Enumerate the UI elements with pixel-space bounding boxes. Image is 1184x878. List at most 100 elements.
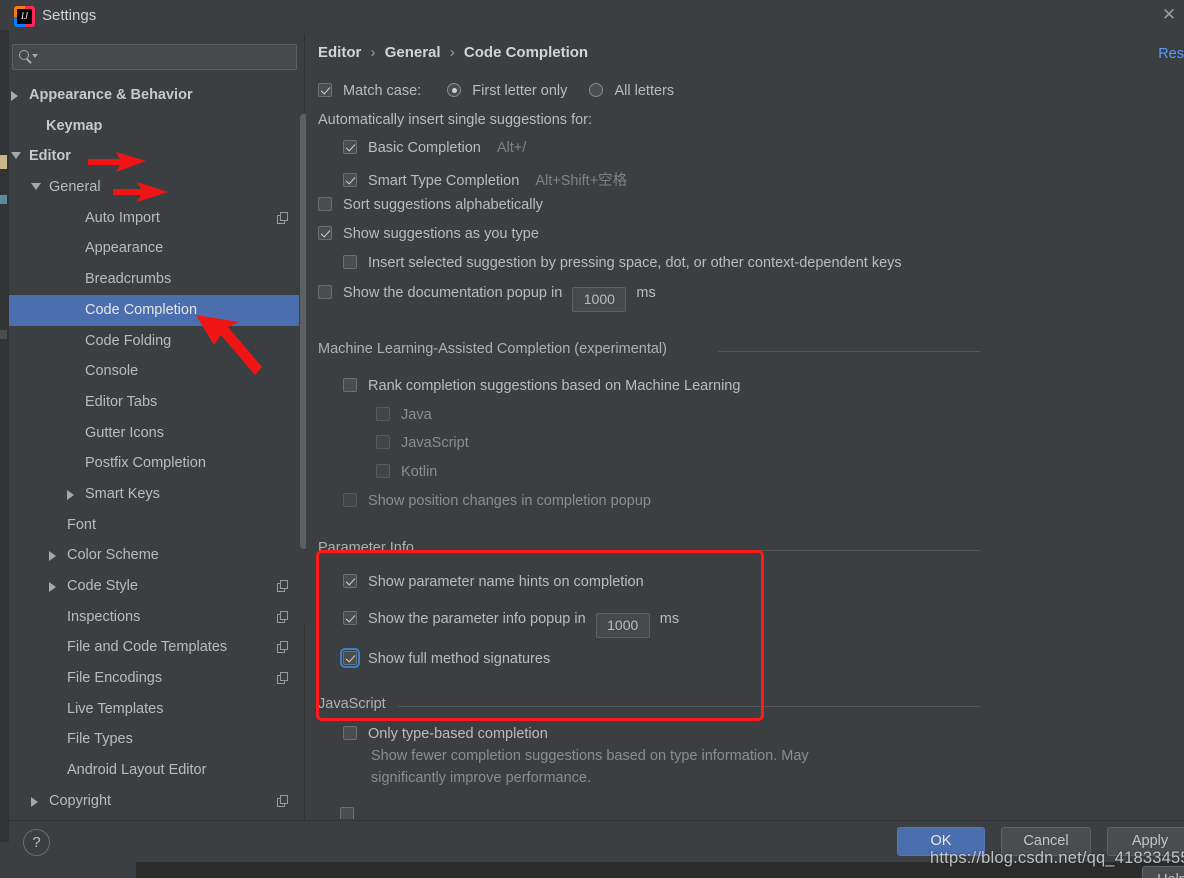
copy-settings-icon[interactable]	[277, 610, 289, 623]
param-popup-checkbox[interactable]	[343, 611, 357, 625]
ml-position-checkbox[interactable]	[343, 493, 357, 507]
ml-rank-checkbox[interactable]	[343, 378, 357, 392]
ml-kotlin-checkbox[interactable]	[376, 464, 390, 478]
all-letters-radio[interactable]	[589, 83, 604, 97]
full-method-signatures-label: Show full method signatures	[368, 651, 551, 667]
doc-popup-label: Show the documentation popup in	[343, 285, 563, 301]
show-as-you-type-checkbox[interactable]	[318, 226, 332, 240]
settings-sidebar: Appearance & Behavior Keymap Editor General…	[9, 34, 309, 820]
param-hints-checkbox[interactable]	[343, 574, 357, 588]
breadcrumb-general[interactable]: General	[385, 44, 441, 61]
reset-link[interactable]: Res	[1158, 46, 1184, 62]
sidebar-item-keymap[interactable]: Keymap	[9, 111, 305, 142]
copy-settings-icon[interactable]	[277, 794, 289, 807]
sidebar-item-label: Appearance	[85, 240, 164, 257]
ml-position-label: Show position changes in completion popu…	[368, 493, 651, 509]
full-method-signatures-checkbox[interactable]	[340, 648, 360, 668]
chevron-down-icon[interactable]	[31, 183, 41, 191]
show-as-you-type-label: Show suggestions as you type	[343, 226, 539, 242]
insert-selected-checkbox[interactable]	[343, 255, 357, 269]
breadcrumb-editor[interactable]: Editor	[318, 44, 361, 61]
sidebar-item-file-encodings[interactable]: File Encodings	[9, 663, 305, 694]
js-only-type-checkbox[interactable]	[343, 726, 357, 740]
close-icon[interactable]: ✕	[1157, 4, 1181, 26]
sort-alphabetically-checkbox[interactable]	[318, 197, 332, 211]
match-case-checkbox[interactable]	[318, 83, 332, 97]
copy-settings-icon[interactable]	[277, 641, 289, 654]
help-icon[interactable]: ?	[23, 829, 50, 856]
first-letter-only-radio[interactable]	[447, 83, 462, 97]
ml-java-checkbox[interactable]	[376, 407, 390, 421]
param-hints-row: Show parameter name hints on completion	[343, 574, 644, 590]
search-input[interactable]	[40, 47, 285, 66]
sidebar-item-console[interactable]: Console	[9, 356, 305, 387]
sidebar-item-appearance-behavior[interactable]: Appearance & Behavior	[9, 80, 305, 111]
copy-settings-icon[interactable]	[277, 211, 289, 224]
copy-settings-icon[interactable]	[277, 672, 289, 685]
desktop-left-strip	[0, 0, 9, 878]
chevron-right-icon[interactable]	[11, 91, 18, 101]
copy-settings-icon[interactable]	[277, 580, 289, 592]
sidebar-item-code-style[interactable]: Code Style	[9, 571, 305, 602]
param-popup-delay-input[interactable]: 1000	[595, 613, 650, 638]
sidebar-item-copyright[interactable]: Copyright	[9, 786, 305, 817]
sidebar-item-label: Editor Tabs	[85, 393, 158, 410]
doc-popup-checkbox[interactable]	[318, 285, 332, 299]
all-letters-label[interactable]: All letters	[614, 83, 674, 99]
sidebar-item-label: Console	[85, 363, 139, 380]
sidebar-item-inspections[interactable]: Inspections	[9, 602, 305, 633]
sidebar-item-smart-keys[interactable]: Smart Keys	[9, 479, 305, 510]
settings-content: Res Editor › General › Code Completion M…	[306, 34, 1184, 820]
title-bar: IJ Settings ✕	[9, 0, 1184, 34]
chevron-right-icon[interactable]	[49, 582, 56, 592]
insert-selected-row: Insert selected suggestion by pressing s…	[343, 255, 902, 271]
sidebar-item-gutter-icons[interactable]: Gutter Icons	[9, 418, 305, 449]
sidebar-item-label: General	[49, 179, 101, 196]
first-letter-only-label[interactable]: First letter only	[472, 83, 567, 99]
doc-popup-row: Show the documentation popup in 1000 ms	[318, 285, 656, 312]
chevron-right-icon[interactable]	[49, 551, 56, 562]
sidebar-item-auto-import[interactable]: Auto Import	[9, 203, 305, 234]
sidebar-item-android-layout-editor[interactable]: Android Layout Editor	[9, 755, 305, 786]
parameter-info-divider	[414, 550, 980, 551]
chevron-right-icon[interactable]	[31, 796, 38, 807]
sidebar-item-editor-tabs[interactable]: Editor Tabs	[9, 387, 305, 418]
sidebar-item-file-and-code-templates[interactable]: File and Code Templates	[9, 632, 305, 663]
sidebar-item-appearance[interactable]: Appearance	[9, 233, 305, 264]
breadcrumb-separator-2: ›	[449, 44, 455, 61]
chevron-right-icon[interactable]	[67, 489, 74, 500]
desktop-left-inner	[0, 30, 9, 842]
sidebar-item-font[interactable]: Font	[9, 510, 305, 541]
sidebar-item-label: Code Folding	[85, 332, 172, 349]
sort-alphabetically-row: Sort suggestions alphabetically	[318, 197, 543, 213]
js-only-type-row: Only type-based completion	[343, 726, 548, 742]
js-description-line-1: Show fewer completion suggestions based …	[371, 748, 809, 764]
sidebar-item-color-scheme[interactable]: Color Scheme	[9, 540, 305, 571]
sidebar-item-file-types[interactable]: File Types	[9, 724, 305, 755]
sidebar-item-label: Appearance & Behavior	[29, 87, 193, 103]
chevron-down-icon[interactable]	[11, 152, 21, 160]
doc-popup-delay-input[interactable]: 1000	[572, 287, 627, 312]
sidebar-item-general[interactable]: General	[9, 172, 305, 203]
param-popup-label: Show the parameter info popup in	[368, 611, 586, 627]
ml-javascript-checkbox[interactable]	[376, 435, 390, 449]
javascript-section-title: JavaScript	[318, 696, 386, 712]
sidebar-item-code-folding[interactable]: Code Folding	[9, 326, 305, 357]
sidebar-item-label: Editor	[29, 148, 71, 165]
cut-off-option-row	[340, 807, 354, 819]
desktop-marker-gray	[0, 330, 7, 339]
sidebar-item-editor[interactable]: Editor	[9, 141, 305, 172]
basic-completion-row: Basic Completion Alt+/	[343, 140, 526, 156]
doc-popup-unit: ms	[636, 285, 656, 301]
sidebar-item-code-completion[interactable]: Code Completion	[9, 294, 305, 326]
sidebar-item-label: Copyright	[49, 792, 112, 809]
search-field-wrapper	[12, 44, 297, 70]
basic-completion-checkbox[interactable]	[343, 140, 357, 154]
smart-type-completion-checkbox[interactable]	[343, 173, 357, 187]
ml-kotlin-row: Kotlin	[376, 464, 437, 480]
sidebar-item-breadcrumbs[interactable]: Breadcrumbs	[9, 264, 305, 295]
sidebar-item-live-templates[interactable]: Live Templates	[9, 694, 305, 725]
sidebar-item-label: Code Completion	[85, 301, 198, 318]
ml-javascript-row: JavaScript	[376, 435, 469, 451]
sidebar-item-postfix-completion[interactable]: Postfix Completion	[9, 448, 305, 479]
